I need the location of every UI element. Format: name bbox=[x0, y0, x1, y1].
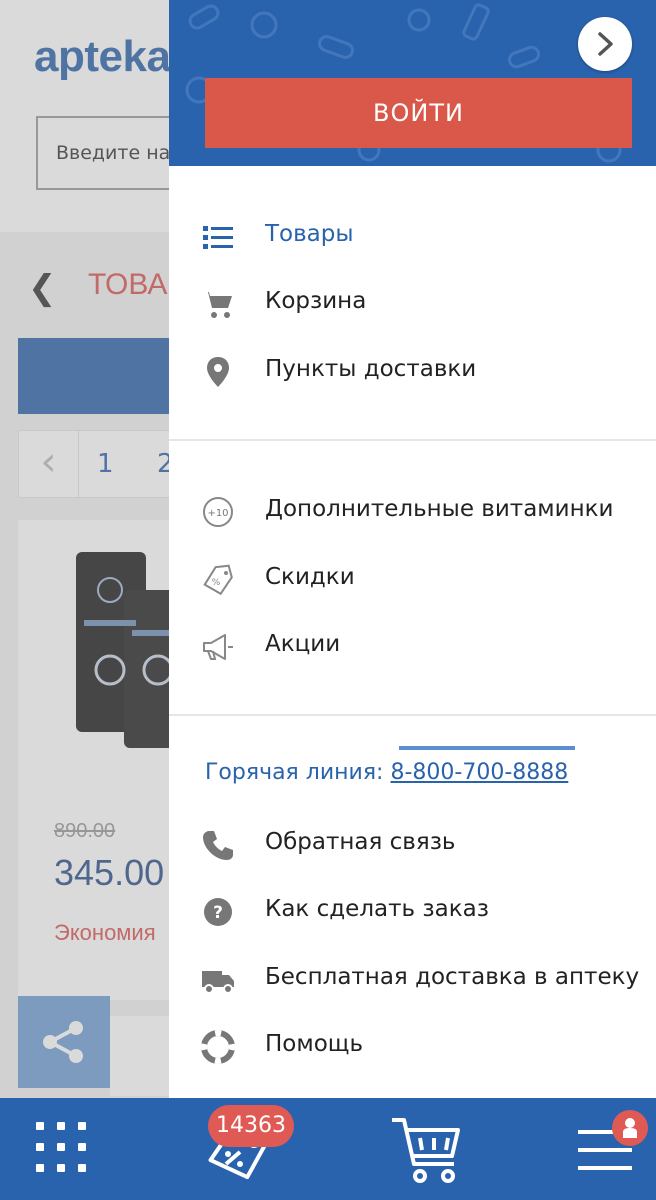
side-drawer: ВОЙТИ Товары Корзина Пункты доставки +10… bbox=[169, 0, 656, 1098]
menu-label-promotions: Акции bbox=[265, 631, 341, 657]
drawer-header: ВОЙТИ bbox=[169, 0, 656, 166]
discount-count-badge: 14363 bbox=[208, 1105, 294, 1147]
map-pin-icon bbox=[207, 357, 229, 387]
svg-text:?: ? bbox=[213, 903, 223, 923]
menu-label-cart: Корзина bbox=[265, 288, 367, 314]
lifebuoy-icon bbox=[201, 1030, 235, 1064]
truck-icon bbox=[202, 971, 234, 994]
list-icon bbox=[203, 226, 233, 249]
menu-divider bbox=[169, 439, 656, 441]
menu-label-free-delivery: Бесплатная доставка в аптеку bbox=[265, 964, 640, 990]
grid-icon bbox=[36, 1122, 86, 1172]
menu-label-how-to-order: Как сделать заказ bbox=[265, 896, 489, 922]
phone-icon bbox=[203, 831, 233, 860]
cart-icon bbox=[392, 1118, 460, 1183]
menu-item-feedback[interactable]: Обратная связь bbox=[169, 816, 656, 872]
login-button[interactable]: ВОЙТИ bbox=[205, 78, 632, 148]
megaphone-icon bbox=[203, 634, 233, 660]
menu-item-pickup-points[interactable]: Пункты доставки bbox=[169, 343, 656, 399]
chevron-right-icon bbox=[598, 32, 613, 56]
menu-item-how-to-order[interactable]: ? Как сделать заказ bbox=[169, 883, 656, 939]
menu-item-discounts[interactable]: % Скидки bbox=[169, 551, 656, 607]
question-icon: ? bbox=[204, 898, 232, 926]
cart-button[interactable] bbox=[372, 1098, 482, 1200]
menu-label-extra-vitamins: Дополнительные витаминки bbox=[265, 496, 614, 522]
bottom-nav-bar bbox=[0, 1098, 656, 1200]
discount-tag-icon: % bbox=[203, 564, 233, 596]
menu-item-extra-vitamins[interactable]: +10 Дополнительные витаминки bbox=[169, 483, 656, 539]
menu-item-promotions[interactable]: Акции bbox=[169, 618, 656, 674]
hotline-phone-link[interactable]: 8-800-700-8888 bbox=[390, 760, 568, 785]
plus-ten-icon: +10 bbox=[203, 497, 233, 527]
menu-item-free-delivery[interactable]: Бесплатная доставка в аптеку bbox=[169, 951, 656, 1007]
menu-label-help: Помощь bbox=[265, 1031, 364, 1057]
close-drawer-button[interactable] bbox=[578, 17, 632, 71]
menu-item-products[interactable]: Товары bbox=[169, 208, 656, 264]
menu-item-help[interactable]: Помощь bbox=[169, 1018, 656, 1074]
menu-label-discounts: Скидки bbox=[265, 564, 355, 590]
hotline: Горячая линия: 8-800-700-8888 bbox=[205, 760, 568, 785]
user-badge bbox=[612, 1110, 648, 1146]
svg-text:%: % bbox=[212, 578, 221, 588]
hotline-label: Горячая линия: bbox=[205, 760, 384, 785]
svg-text:+10: +10 bbox=[207, 508, 228, 519]
menu-label-pickup-points: Пункты доставки bbox=[265, 356, 477, 382]
menu-label-feedback: Обратная связь bbox=[265, 829, 456, 855]
menu-divider bbox=[169, 714, 656, 716]
cart-icon bbox=[203, 292, 232, 318]
hotline-accent-bar bbox=[399, 746, 575, 750]
user-icon bbox=[623, 1118, 637, 1138]
catalog-button[interactable] bbox=[6, 1098, 116, 1200]
menu-label-products: Товары bbox=[265, 221, 354, 247]
menu-item-cart[interactable]: Корзина bbox=[169, 275, 656, 331]
